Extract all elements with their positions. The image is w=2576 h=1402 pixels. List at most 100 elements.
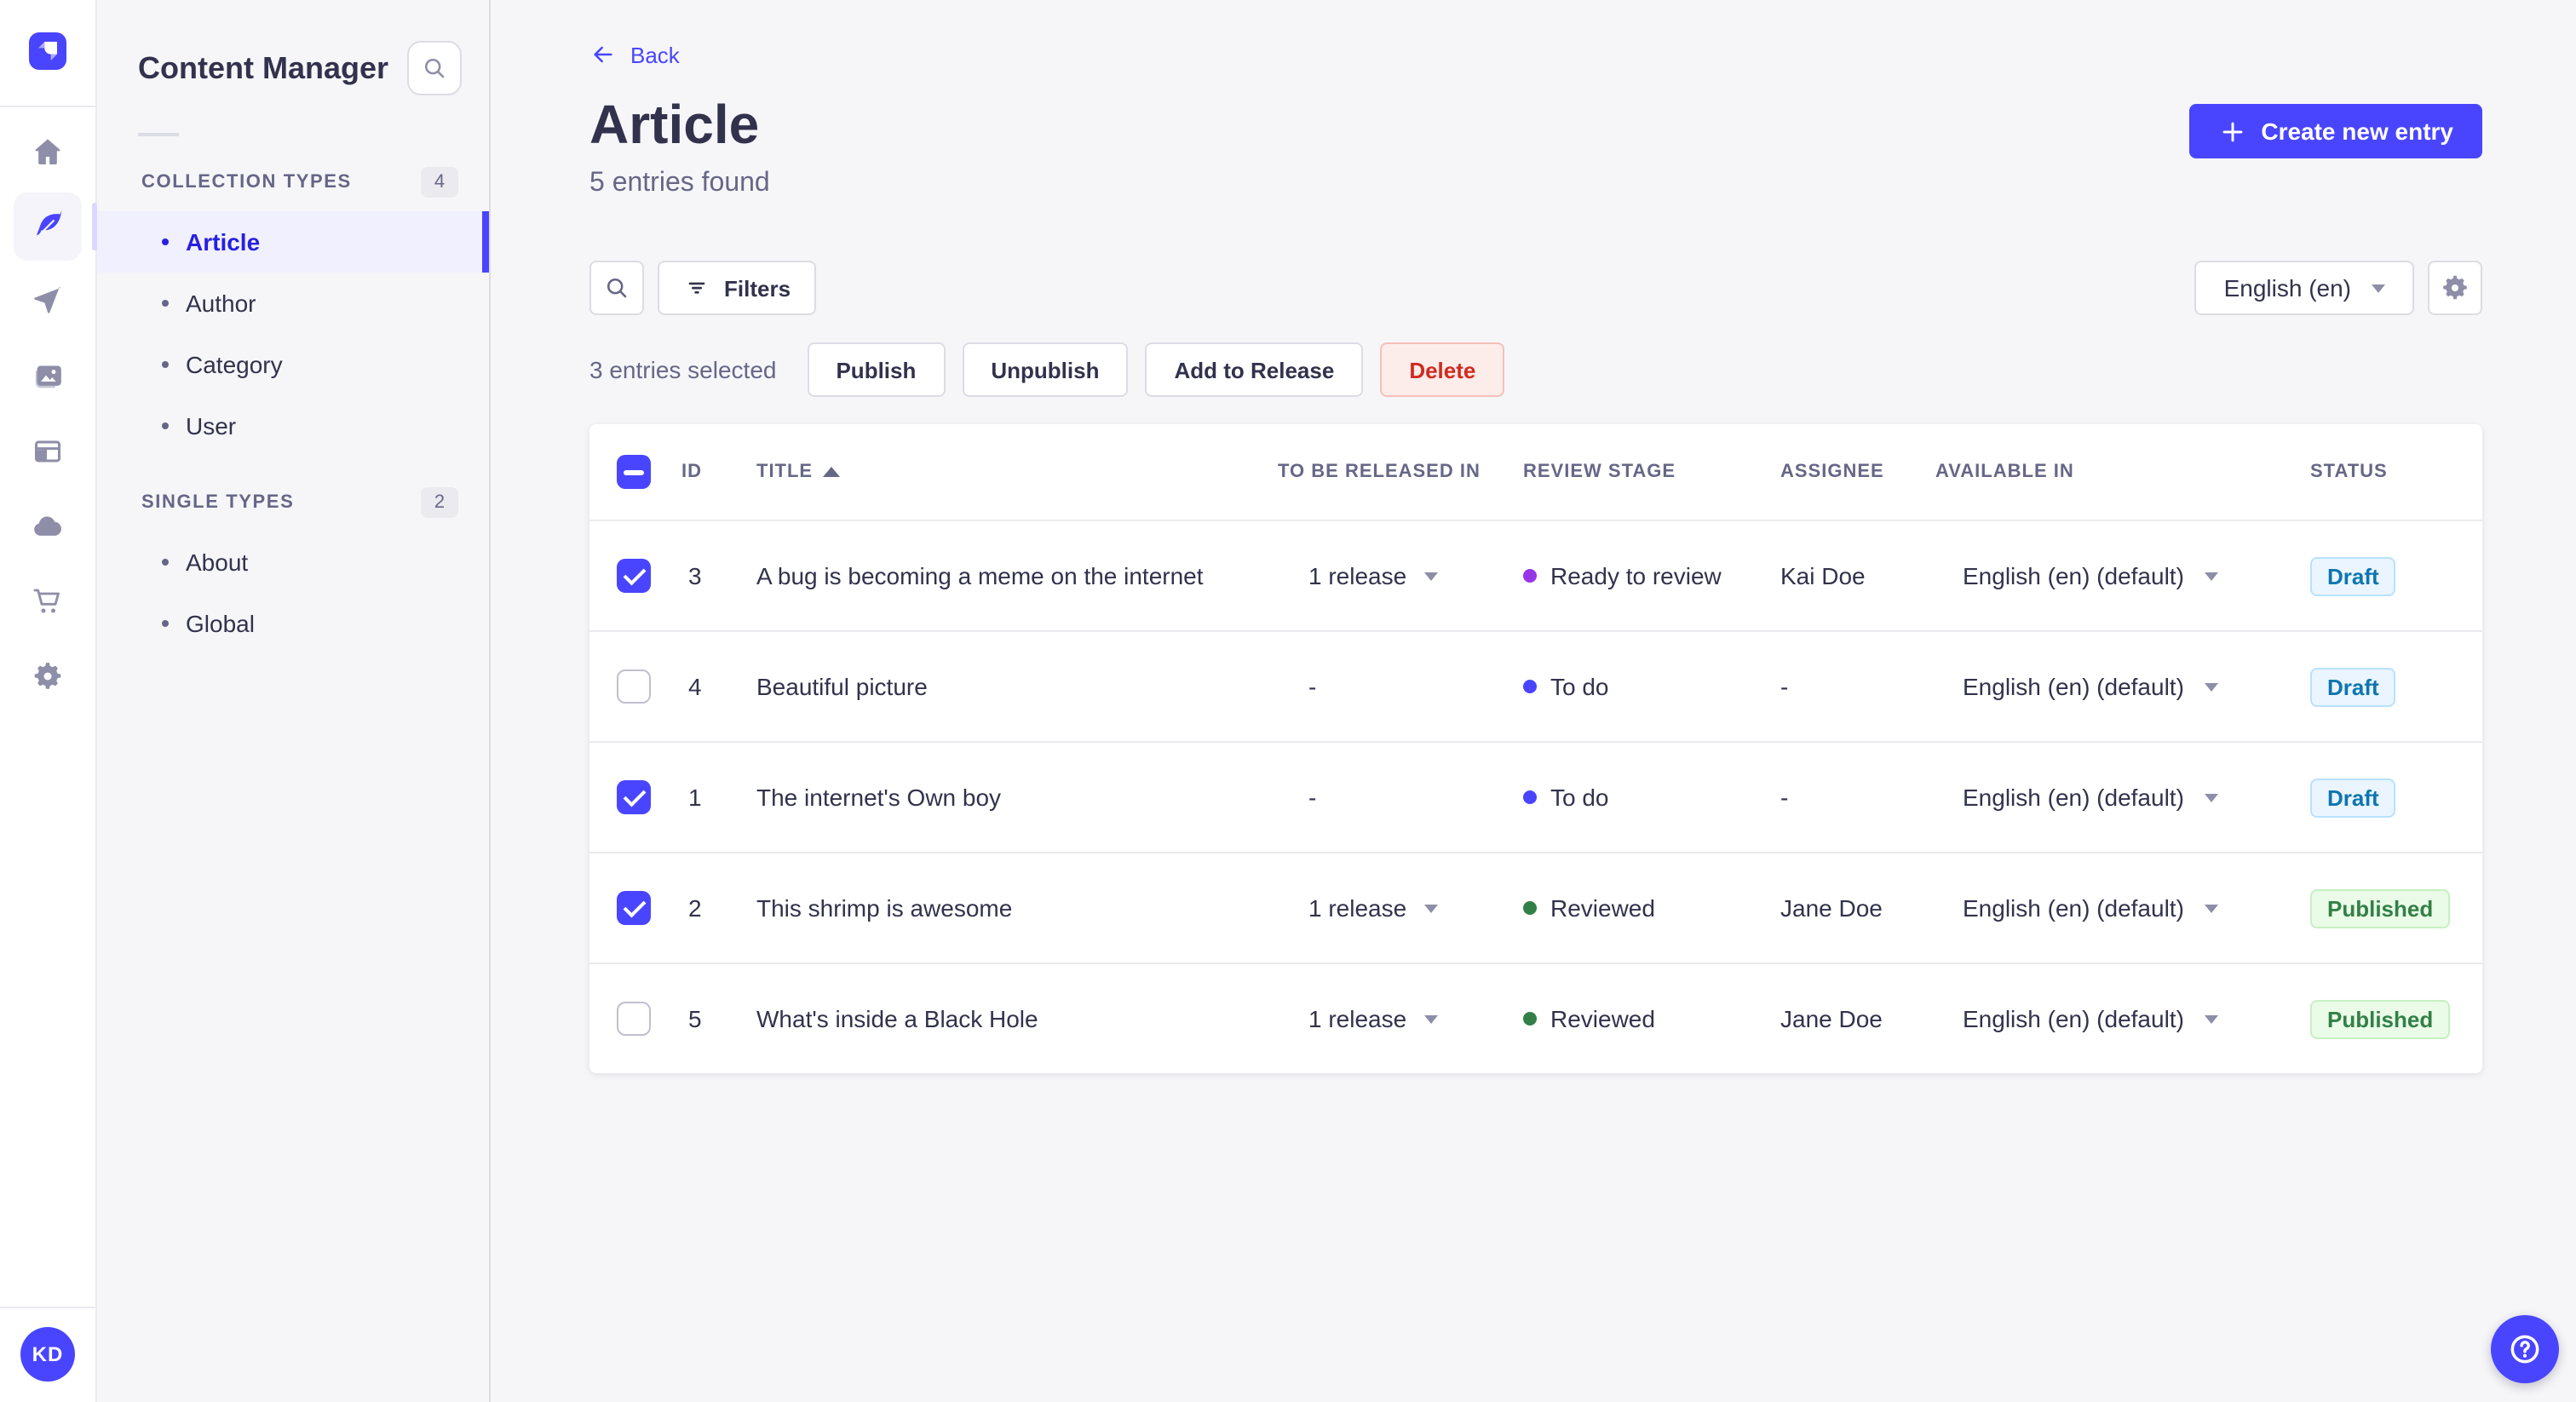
releases-paper-plane-icon[interactable]	[14, 267, 82, 336]
marketplace-cart-icon[interactable]	[14, 567, 82, 635]
table-row[interactable]: 2 This shrimp is awesome 1 release Revie…	[589, 852, 2482, 962]
publish-button[interactable]: Publish	[807, 342, 946, 397]
column-header-stage: REVIEW STAGE	[1523, 462, 1676, 482]
entry-title: A bug is becoming a meme on the internet	[756, 562, 1204, 589]
sidebar-item-about[interactable]: About	[97, 531, 489, 593]
entries-table: ID TITLE TO BE RELEASED IN REVIEW STAGE …	[589, 424, 2482, 1073]
chevron-down-icon	[2204, 793, 2218, 802]
release-dropdown[interactable]: 1 release	[1278, 1005, 1523, 1032]
delete-button[interactable]: Delete	[1380, 342, 1505, 397]
unpublish-button[interactable]: Unpublish	[962, 342, 1129, 397]
home-icon[interactable]	[14, 118, 82, 186]
page-title: Article	[589, 94, 760, 155]
row-checkbox[interactable]	[617, 891, 651, 925]
single-types-section: SINGLE TYPES 2 About Global	[97, 484, 489, 654]
collection-types-section: COLLECTION TYPES 4 Article Author Catego…	[97, 164, 489, 457]
entry-id: 5	[688, 1005, 702, 1032]
table-row[interactable]: 3 A bug is becoming a meme on the intern…	[589, 520, 2482, 630]
chevron-down-icon	[2204, 1014, 2218, 1023]
chevron-down-icon	[1423, 572, 1438, 580]
status-badge: Draft	[2310, 667, 2396, 706]
locale-dropdown[interactable]: English (en) (default)	[1935, 673, 2310, 700]
table-header-row: ID TITLE TO BE RELEASED IN REVIEW STAGE …	[589, 424, 2482, 520]
sidebar-item-label: Article	[186, 228, 261, 256]
content-manager-feather-icon[interactable]	[14, 192, 97, 261]
locale-select[interactable]: English (en)	[2194, 261, 2414, 315]
sidebar-item-label: Author	[186, 290, 256, 317]
review-stage: Ready to review	[1523, 562, 1780, 589]
locale-dropdown[interactable]: English (en) (default)	[1935, 1005, 2310, 1032]
back-link[interactable]: Back	[589, 41, 680, 68]
chevron-down-icon	[2204, 904, 2218, 912]
bullet-icon	[162, 238, 169, 245]
table-search-button[interactable]	[589, 261, 644, 315]
view-settings-button[interactable]	[2428, 261, 2482, 315]
bullet-icon	[162, 422, 169, 429]
row-checkbox[interactable]	[617, 559, 651, 593]
row-checkbox[interactable]	[617, 780, 651, 814]
stage-dot-icon	[1523, 680, 1537, 693]
sidebar-item-article[interactable]: Article	[97, 211, 489, 273]
user-avatar[interactable]: KD	[20, 1327, 75, 1382]
filters-button[interactable]: Filters	[658, 261, 817, 315]
sort-ascending-icon	[823, 467, 841, 477]
stage-dot-icon	[1523, 901, 1537, 915]
column-header-title[interactable]: TITLE	[756, 462, 1278, 482]
locale-dropdown[interactable]: English (en) (default)	[1935, 784, 2310, 811]
assignee: Kai Doe	[1780, 562, 1866, 589]
column-header-id: ID	[681, 462, 702, 482]
selection-bar: 3 entries selected Publish Unpublish Add…	[589, 342, 2482, 397]
section-label: SINGLE TYPES	[141, 492, 295, 513]
search-icon	[424, 58, 445, 78]
sidebar-item-label: User	[186, 412, 237, 440]
sidebar-item-author[interactable]: Author	[97, 273, 489, 334]
release-dropdown[interactable]: 1 release	[1278, 894, 1523, 922]
add-to-release-button[interactable]: Add to Release	[1145, 342, 1364, 397]
subnav-title: Content Manager	[138, 50, 389, 84]
release-dropdown[interactable]: 1 release	[1278, 562, 1523, 589]
help-button[interactable]	[2491, 1315, 2559, 1383]
review-stage: Reviewed	[1523, 894, 1780, 922]
create-new-entry-button[interactable]: Create new entry	[2189, 104, 2482, 158]
plus-icon	[2222, 121, 2243, 141]
content-type-builder-icon[interactable]	[14, 417, 82, 486]
bullet-icon	[162, 300, 169, 307]
list-toolbar: Filters English (en)	[589, 261, 2482, 315]
chevron-down-icon	[2204, 572, 2218, 580]
sidebar-item-global[interactable]: Global	[97, 593, 489, 654]
settings-gear-icon[interactable]	[14, 642, 82, 710]
table-row[interactable]: 1 The internet's Own boy - To do - Engli…	[589, 741, 2482, 852]
search-button[interactable]	[407, 41, 462, 95]
table-row[interactable]: 4 Beautiful picture - To do - English (e…	[589, 630, 2482, 741]
main-nav-rail: KD	[0, 0, 97, 1402]
row-checkbox[interactable]	[617, 1002, 651, 1036]
column-header-status: STATUS	[2310, 462, 2388, 482]
release-value: -	[1308, 673, 1317, 700]
rail-bottom: KD	[0, 1307, 96, 1402]
content-manager-subnav: Content Manager COLLECTION TYPES 4 Artic…	[97, 0, 491, 1402]
chevron-down-icon	[1423, 1014, 1438, 1023]
main-content: Back Article 5 entries found Create new …	[491, 0, 2576, 1402]
strapi-logo[interactable]	[29, 32, 66, 70]
entry-id: 1	[688, 784, 702, 811]
select-all-checkbox[interactable]	[617, 455, 651, 489]
status-badge: Draft	[2310, 778, 2396, 817]
media-library-icon[interactable]	[14, 342, 82, 411]
locale-dropdown[interactable]: English (en) (default)	[1935, 562, 2310, 589]
deploy-cloud-icon[interactable]	[14, 492, 82, 560]
table-row[interactable]: 5 What's inside a Black Hole 1 release R…	[589, 962, 2482, 1073]
column-header-assignee: ASSIGNEE	[1780, 462, 1884, 482]
review-stage: To do	[1523, 784, 1780, 811]
entry-title: This shrimp is awesome	[756, 894, 1013, 922]
sidebar-item-user[interactable]: User	[97, 395, 489, 457]
row-checkbox[interactable]	[617, 669, 651, 704]
subnav-divider	[138, 133, 179, 136]
stage-dot-icon	[1523, 569, 1537, 583]
locale-dropdown[interactable]: English (en) (default)	[1935, 894, 2310, 922]
section-label: COLLECTION TYPES	[141, 172, 352, 192]
sidebar-item-category[interactable]: Category	[97, 334, 489, 395]
assignee: Jane Doe	[1780, 894, 1883, 922]
bullet-icon	[162, 361, 169, 368]
content-manager-app: KD Content Manager COLLECTION TYPES 4 Ar…	[0, 0, 2576, 1402]
search-icon	[607, 278, 627, 298]
